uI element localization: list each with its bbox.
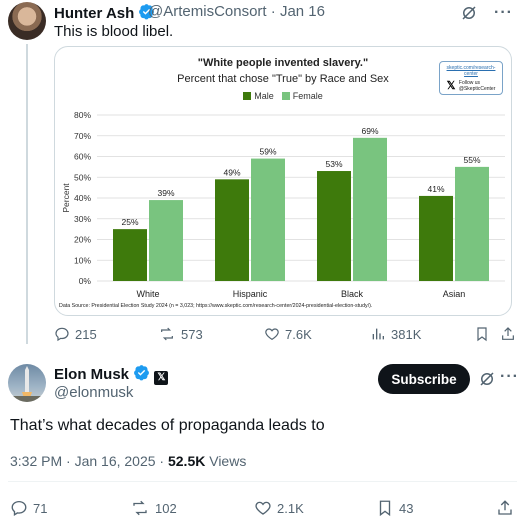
share-icon [498, 500, 512, 515]
bar-male-white [113, 229, 147, 281]
like-count: 7.6K [285, 326, 312, 342]
subscribe-button[interactable]: Subscribe [378, 364, 470, 394]
quoted-date: Jan 16 [279, 3, 325, 20]
data-label: 41% [427, 184, 444, 194]
bar-male-black [317, 171, 351, 281]
main-author-name[interactable]: Elon Musk 𝕏 [54, 364, 169, 385]
bookmark-button[interactable]: 43 [376, 499, 413, 517]
quoted-tweet-text: This is blood libel. [54, 23, 174, 40]
share-icon [502, 327, 514, 340]
verified-badge-icon [134, 365, 150, 381]
rocket-avatar-image [8, 366, 46, 402]
avatar-hunter-ash[interactable] [8, 2, 46, 40]
bookmark-icon [379, 500, 391, 517]
reply-icon [55, 327, 69, 342]
reply-button[interactable]: 71 [10, 499, 47, 517]
x-tick-label: White [136, 289, 159, 299]
data-label: 25% [121, 217, 138, 227]
quoted-action-bar: 215 573 7.6K 381K [54, 326, 516, 344]
avatar-elon-musk[interactable] [8, 364, 46, 402]
like-button[interactable]: 2.1K [254, 499, 304, 517]
bar-chart: 0% 10% 20% 30% 40% 50% 60% 70% 80% Percent 25% 39% W… [61, 110, 505, 299]
like-count: 2.1K [277, 500, 304, 516]
views-count: 381K [391, 326, 422, 342]
y-tick-label: 40% [74, 193, 91, 203]
main-tweet-text: That’s what decades of propaganda leads … [10, 417, 325, 434]
x-tick-label: Asian [443, 289, 466, 299]
y-tick-label: 80% [74, 110, 91, 120]
share-button[interactable] [500, 326, 516, 342]
divider [8, 481, 517, 482]
repost-icon [133, 500, 147, 516]
data-label: 39% [157, 188, 174, 198]
reply-count: 71 [33, 500, 48, 516]
like-button[interactable]: 7.6K [264, 326, 312, 342]
x-tick-label: Black [341, 289, 364, 299]
quoted-author-name-text: Hunter Ash [54, 5, 135, 22]
chart-source-note: Data Source: Presidential Election Study… [59, 303, 373, 309]
reply-button[interactable]: 215 [54, 326, 97, 342]
views-icon [372, 328, 384, 340]
data-label: 55% [463, 155, 480, 165]
chart-image-card[interactable]: "White people invented slavery." Percent… [54, 46, 512, 316]
reply-icon [11, 500, 27, 516]
reply-count: 215 [75, 326, 97, 342]
y-axis-label: Percent [61, 183, 71, 213]
data-label: 49% [223, 167, 240, 177]
repost-count: 573 [181, 326, 203, 342]
main-handle[interactable]: @elonmusk [54, 384, 133, 401]
bar-female-black [353, 137, 387, 281]
more-icon[interactable]: ··· [500, 368, 519, 386]
main-action-bar: 71 102 2.1K 43 [10, 499, 515, 517]
share-button[interactable] [496, 499, 514, 517]
quoted-author-name[interactable]: Hunter Ash [54, 3, 155, 22]
y-tick-label: 60% [74, 152, 91, 162]
tweet-views-count: 52.5K [167, 453, 206, 469]
bar-female-white [149, 200, 183, 281]
thread-connector-line [26, 44, 28, 344]
repost-count: 102 [155, 500, 177, 516]
tweet-views-label: Views [205, 453, 247, 469]
y-tick-label: 20% [74, 235, 91, 245]
tweet-metadata: 3:32 PM · Jan 16, 2025 · 52.5K Views [10, 453, 246, 469]
data-label: 59% [259, 147, 276, 157]
tweet-timestamp[interactable]: 3:32 PM · Jan 16, 2025 · [10, 453, 168, 469]
y-tick-label: 0% [79, 276, 92, 286]
bar-female-hispanic [251, 158, 285, 281]
y-tick-label: 10% [74, 255, 91, 265]
bookmark-count: 43 [399, 500, 414, 516]
bookmark-icon [477, 327, 487, 342]
bar-male-hispanic [215, 179, 249, 281]
y-tick-label: 30% [74, 214, 91, 224]
y-tick-label: 50% [74, 172, 91, 182]
bar-female-asian [455, 166, 489, 281]
grok-icon[interactable] [460, 4, 478, 22]
grok-icon[interactable] [478, 370, 496, 388]
quoted-handle: @ArtemisConsort [148, 3, 267, 20]
like-icon [255, 501, 271, 515]
like-icon [265, 328, 279, 341]
x-affiliate-badge-icon: 𝕏 [154, 371, 169, 385]
repost-button[interactable]: 573 [158, 326, 203, 342]
quoted-handle-date[interactable]: @ArtemisConsort · Jan 16 [148, 3, 325, 20]
views-button[interactable]: 381K [370, 326, 421, 342]
data-label: 53% [325, 159, 342, 169]
y-tick-label: 70% [74, 131, 91, 141]
quoted-header-icons: ··· [460, 4, 513, 22]
bookmark-button[interactable] [474, 326, 490, 342]
main-author-name-text: Elon Musk [54, 366, 130, 383]
more-icon[interactable]: ··· [494, 4, 513, 22]
repost-icon [161, 327, 173, 341]
x-tick-label: Hispanic [233, 289, 268, 299]
data-label: 69% [361, 126, 378, 136]
repost-button[interactable]: 102 [130, 499, 177, 517]
bar-male-asian [419, 195, 453, 281]
